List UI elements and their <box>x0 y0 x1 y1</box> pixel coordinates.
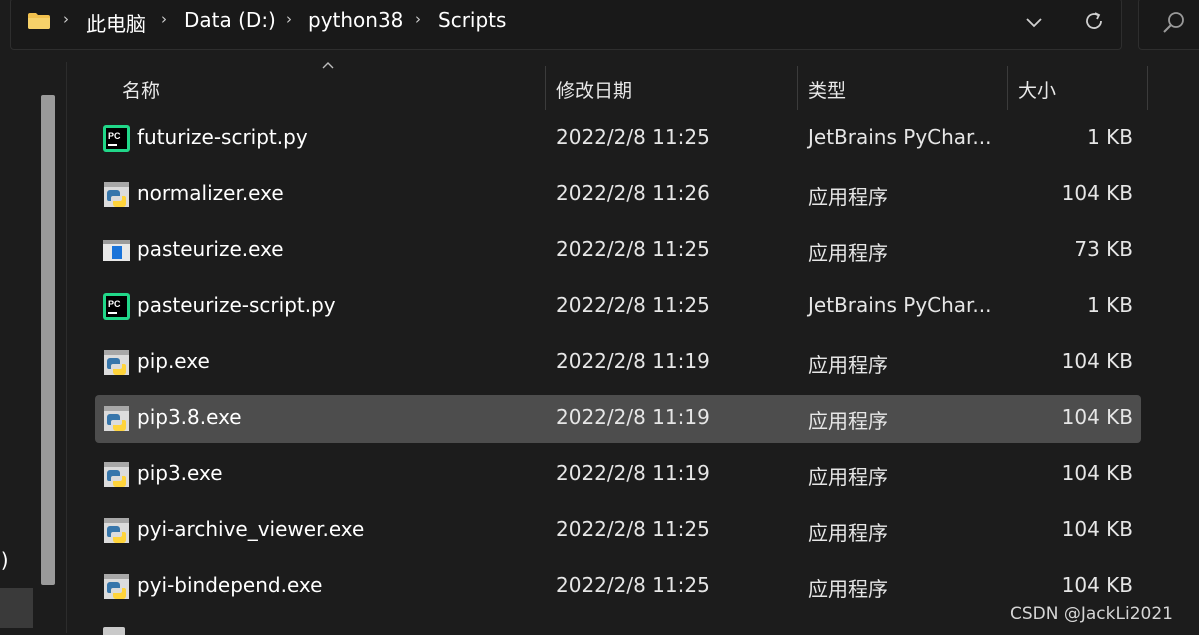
address-bar[interactable]: › 此电脑 › Data (D:) › python38 › Scripts <box>10 0 1122 50</box>
column-divider[interactable] <box>545 66 546 110</box>
file-date: 2022/2/8 11:25 <box>556 237 710 261</box>
svg-text:PC: PC <box>108 299 121 309</box>
nav-item-selected[interactable] <box>0 588 33 628</box>
file-date: 2022/2/8 11:19 <box>556 405 710 429</box>
file-name[interactable]: pip3.exe <box>137 461 223 485</box>
file-row[interactable]: PC futurize-script.py 2022/2/8 11:25 Jet… <box>95 115 1141 163</box>
column-header-type[interactable]: 类型 <box>808 76 846 103</box>
file-type: 应用程序 <box>808 241 888 265</box>
file-type: 应用程序 <box>808 185 888 209</box>
refresh-icon[interactable] <box>1082 9 1106 33</box>
file-type: 应用程序 <box>808 409 888 433</box>
file-size: 104 KB <box>1061 573 1133 597</box>
file-row[interactable]: PC pasteurize-script.py 2022/2/8 11:25 J… <box>95 283 1141 331</box>
chevron-down-icon[interactable] <box>1023 11 1045 33</box>
python-exe-icon <box>104 574 129 599</box>
file-type: 应用程序 <box>808 521 888 545</box>
file-date: 2022/2/8 11:25 <box>556 125 710 149</box>
file-size: 104 KB <box>1061 349 1133 373</box>
chevron-right-icon: › <box>415 10 421 28</box>
file-name[interactable]: pyi-bindepend.exe <box>137 573 322 597</box>
file-row[interactable]: normalizer.exe 2022/2/8 11:26 应用程序 104 K… <box>95 171 1141 219</box>
column-divider[interactable] <box>1007 66 1008 110</box>
chevron-right-icon: › <box>63 10 69 28</box>
search-box[interactable] <box>1138 0 1199 50</box>
file-type: JetBrains PyChar... <box>808 125 992 149</box>
breadcrumb-scripts[interactable]: Scripts <box>438 8 506 32</box>
column-header-name[interactable]: 名称 <box>122 76 160 103</box>
breadcrumb-python38[interactable]: python38 <box>308 8 403 32</box>
svg-text:PC: PC <box>108 131 121 141</box>
file-type: 应用程序 <box>808 465 888 489</box>
file-size: 73 KB <box>1074 237 1133 261</box>
file-row[interactable]: pip3.exe 2022/2/8 11:19 应用程序 104 KB <box>95 451 1141 499</box>
python-exe-icon <box>104 462 129 487</box>
file-type: JetBrains PyChar... <box>808 293 992 317</box>
file-date: 2022/2/8 11:19 <box>556 349 710 373</box>
file-row[interactable]: pasteurize.exe 2022/2/8 11:25 应用程序 73 KB <box>95 227 1141 275</box>
column-header-date[interactable]: 修改日期 <box>556 76 632 103</box>
file-size: 1 KB <box>1087 293 1133 317</box>
column-divider[interactable] <box>1147 66 1148 110</box>
file-type: 应用程序 <box>808 577 888 601</box>
nav-item-label[interactable]: :) <box>0 548 9 572</box>
column-header-size[interactable]: 大小 <box>1018 76 1056 103</box>
file-row[interactable]: pyi-bindepend.exe 2022/2/8 11:25 应用程序 10… <box>95 563 1141 611</box>
file-size: 1 KB <box>1087 125 1133 149</box>
file-row-selected[interactable]: pip3.8.exe 2022/2/8 11:19 应用程序 104 KB <box>95 395 1141 443</box>
pane-divider[interactable] <box>66 62 67 633</box>
chevron-right-icon: › <box>286 10 292 28</box>
chevron-right-icon: › <box>161 10 167 28</box>
file-size: 104 KB <box>1061 181 1133 205</box>
file-date: 2022/2/8 11:25 <box>556 573 710 597</box>
file-date: 2022/2/8 11:19 <box>556 461 710 485</box>
file-date: 2022/2/8 11:25 <box>556 517 710 541</box>
pycharm-icon: PC <box>103 125 130 152</box>
file-type: 应用程序 <box>808 353 888 377</box>
python-exe-icon <box>104 406 129 431</box>
file-name[interactable]: pyi-archive_viewer.exe <box>137 517 364 541</box>
watermark: CSDN @JackLi2021 <box>1010 604 1173 624</box>
file-size: 104 KB <box>1061 405 1133 429</box>
search-icon <box>1163 12 1184 33</box>
file-row[interactable]: pip.exe 2022/2/8 11:19 应用程序 104 KB <box>95 339 1141 387</box>
file-size: 104 KB <box>1061 517 1133 541</box>
navigation-pane[interactable] <box>0 62 66 633</box>
file-name[interactable]: pip3.8.exe <box>137 405 242 429</box>
file-size: 104 KB <box>1061 461 1133 485</box>
file-name[interactable]: normalizer.exe <box>137 181 284 205</box>
breadcrumb-drive[interactable]: Data (D:) <box>184 8 276 32</box>
file-icon-partial <box>103 627 125 635</box>
column-divider[interactable] <box>797 66 798 110</box>
file-name[interactable]: pasteurize.exe <box>137 237 284 261</box>
file-name[interactable]: pasteurize-script.py <box>137 293 336 317</box>
python-exe-icon <box>104 182 129 207</box>
window-exe-icon <box>103 240 130 261</box>
file-date: 2022/2/8 11:25 <box>556 293 710 317</box>
folder-icon <box>28 13 50 29</box>
pycharm-icon: PC <box>103 293 130 320</box>
file-name[interactable]: pip.exe <box>137 349 210 373</box>
file-date: 2022/2/8 11:26 <box>556 181 710 205</box>
file-name[interactable]: futurize-script.py <box>137 125 308 149</box>
breadcrumb-this-pc[interactable]: 此电脑 <box>86 8 146 37</box>
python-exe-icon <box>104 350 129 375</box>
file-row[interactable]: pyi-archive_viewer.exe 2022/2/8 11:25 应用… <box>95 507 1141 555</box>
python-exe-icon <box>104 518 129 543</box>
sort-ascending-icon <box>322 62 334 69</box>
nav-scrollbar[interactable] <box>41 95 55 585</box>
